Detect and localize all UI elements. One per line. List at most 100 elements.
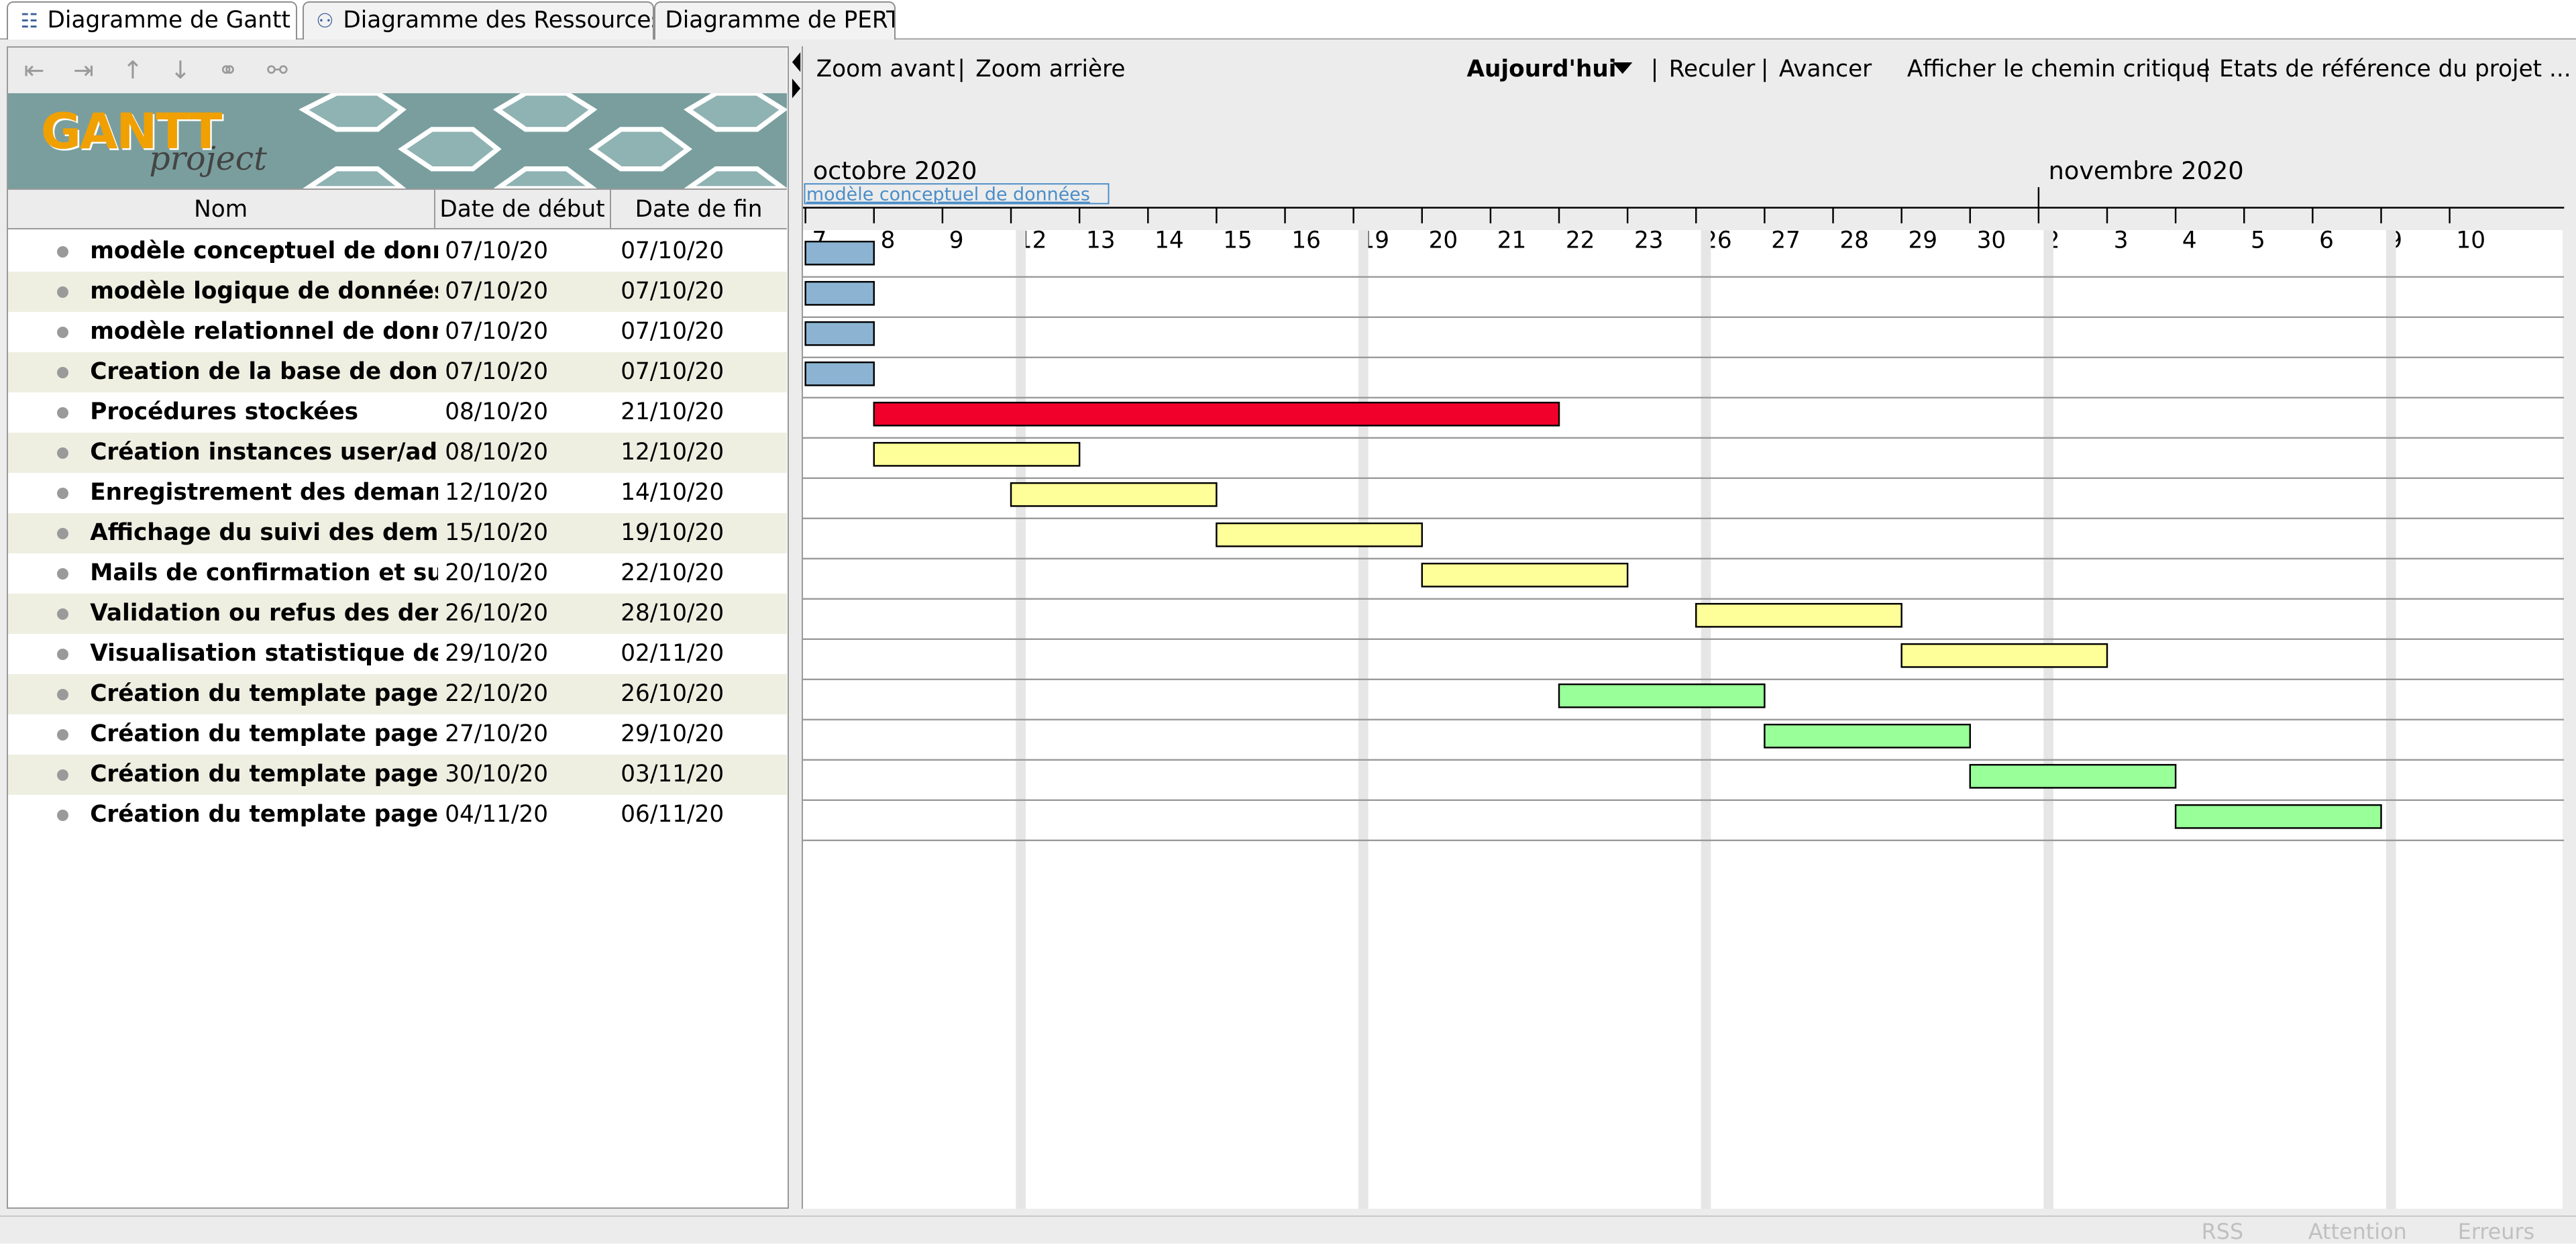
chevron-down-icon[interactable] (1613, 62, 1633, 76)
task-name[interactable]: Mails de confirmation et suivi ... (90, 553, 438, 593)
task-start-date[interactable]: 08/10/20 (445, 392, 609, 432)
task-bar[interactable] (804, 361, 875, 386)
table-row[interactable]: Creation de la base de données07/10/2007… (7, 351, 787, 392)
table-row[interactable]: Validation ou refus des deman...26/10/20… (7, 593, 787, 634)
task-start-date[interactable]: 04/11/20 (445, 795, 609, 834)
task-end-date[interactable]: 29/10/20 (621, 714, 785, 754)
task-name[interactable]: Création instances user/admin (90, 433, 438, 472)
task-bar[interactable] (1216, 522, 1424, 547)
table-row[interactable]: Création du template page ad...04/11/20 0… (8, 795, 787, 835)
gantt-chart-area[interactable] (803, 229, 2565, 1209)
column-header-end-date[interactable]: Date de fin (611, 190, 787, 229)
table-row[interactable]: Visualisation statistique des de...29/10… (8, 634, 787, 674)
table-row[interactable]: Procédures stockées 08/10/20 21/10/20 (8, 392, 787, 433)
zoom-out-button[interactable]: Zoom arrière (975, 46, 1125, 93)
task-bar[interactable] (1421, 562, 1629, 588)
task-name[interactable]: Enregistrement des demandes ... (90, 473, 438, 512)
table-row[interactable]: modèle relationnel de données07/10/2007/… (8, 312, 787, 352)
move-up-icon[interactable]: ↑ (116, 56, 149, 85)
task-end-date[interactable]: 14/10/20 (621, 473, 785, 512)
zoom-in-button[interactable]: Zoom avant (816, 46, 955, 93)
task-bar[interactable] (1900, 643, 2108, 668)
task-start-date[interactable]: 12/10/20 (445, 473, 609, 512)
status-rss[interactable]: RSS (2202, 1219, 2244, 1244)
critical-path-button[interactable]: Afficher le chemin critique (1907, 46, 2210, 93)
task-start-date[interactable]: 20/10/20 (445, 553, 609, 593)
task-name[interactable]: Création du template page de ... (90, 714, 438, 754)
task-name[interactable]: Création du template page d'i... (90, 674, 438, 714)
status-warnings[interactable]: Attention (2308, 1219, 2407, 1244)
table-row[interactable]: Création du template page d'i...22/10/20… (7, 673, 787, 714)
status-errors[interactable]: Erreurs (2458, 1219, 2534, 1244)
task-end-date[interactable]: 03/11/20 (621, 755, 785, 794)
task-end-date[interactable]: 26/10/20 (621, 674, 785, 714)
task-end-date[interactable]: 07/10/20 (621, 231, 785, 271)
task-bar[interactable] (873, 441, 1081, 467)
task-start-date[interactable]: 08/10/20 (445, 433, 609, 472)
table-row[interactable]: modèle conceptuel de données07/10/2007/1… (8, 231, 787, 272)
task-start-date[interactable]: 07/10/20 (445, 312, 609, 351)
task-end-date[interactable]: 28/10/20 (621, 594, 785, 633)
outdent-icon[interactable]: ⇤ (17, 56, 50, 85)
back-button[interactable]: Reculer (1669, 46, 1756, 93)
task-end-date[interactable]: 12/10/20 (621, 433, 785, 472)
task-bar[interactable] (1969, 763, 2177, 789)
table-row[interactable]: Création instances user/admin08/10/20 12/… (7, 432, 787, 473)
today-dropdown[interactable]: Aujourd'hui (1467, 46, 1617, 93)
task-end-date[interactable]: 21/10/20 (621, 392, 785, 432)
collapse-arrows-icon[interactable] (789, 49, 802, 115)
task-end-date[interactable]: 22/10/20 (621, 553, 785, 593)
task-start-date[interactable]: 27/10/20 (445, 714, 609, 754)
table-row[interactable]: Création du template page util...30/10/2… (7, 754, 787, 795)
table-row[interactable]: Enregistrement des demandes ...12/10/20 1… (8, 473, 787, 513)
tab-resources-diagram[interactable]: ⚇ Diagramme des Ressources (302, 1, 654, 40)
task-bar[interactable] (1764, 723, 1972, 749)
task-name[interactable]: Creation de la base de données (90, 352, 438, 392)
task-start-date[interactable]: 15/10/20 (445, 513, 609, 553)
task-end-date[interactable]: 07/10/20 (621, 312, 785, 351)
task-name[interactable]: modèle relationnel de données (90, 312, 438, 351)
task-end-date[interactable]: 07/10/20 (621, 272, 785, 311)
table-row[interactable]: Création du template page de ...27/10/20… (8, 714, 787, 755)
link-icon[interactable]: ⚭ (211, 56, 244, 85)
task-name[interactable]: Affichage du suivi des demand... (90, 513, 438, 553)
column-header-name[interactable]: Nom (8, 190, 435, 229)
task-start-date[interactable]: 30/10/20 (445, 755, 609, 794)
task-name[interactable]: modèle conceptuel de données (90, 231, 438, 271)
move-down-icon[interactable]: ↓ (164, 56, 197, 85)
unlink-icon[interactable]: ⚯ (261, 56, 294, 85)
task-name[interactable]: Procédures stockées (90, 392, 438, 432)
column-header-start-date[interactable]: Date de début (435, 190, 611, 229)
task-start-date[interactable]: 07/10/20 (445, 272, 609, 311)
task-start-date[interactable]: 07/10/20 (445, 231, 609, 271)
task-bar[interactable] (1695, 602, 1902, 628)
indent-icon[interactable]: ⇥ (67, 56, 100, 85)
table-row[interactable]: Affichage du suivi des demand...15/10/20… (7, 512, 787, 553)
task-end-date[interactable]: 06/11/20 (621, 795, 785, 834)
task-name[interactable]: Création du template page ad... (90, 795, 438, 834)
task-bar[interactable] (804, 240, 875, 266)
task-bar[interactable] (2175, 804, 2382, 829)
splitter[interactable] (788, 46, 802, 1209)
task-bar[interactable] (804, 321, 875, 346)
task-bar[interactable] (1558, 683, 1766, 708)
task-start-date[interactable]: 07/10/20 (445, 352, 609, 392)
forward-button[interactable]: Avancer (1779, 46, 1872, 93)
tab-gantt-diagram[interactable]: ☷ Diagramme de Gantt (6, 1, 298, 42)
task-name[interactable]: Création du template page util... (90, 755, 438, 794)
baselines-button[interactable]: Etats de référence du projet ... (2219, 46, 2571, 93)
task-end-date[interactable]: 02/11/20 (621, 634, 785, 673)
task-bar[interactable] (804, 280, 875, 306)
task-name[interactable]: Validation ou refus des deman... (90, 594, 438, 633)
task-name[interactable]: Visualisation statistique des de... (90, 634, 438, 673)
task-end-date[interactable]: 07/10/20 (621, 352, 785, 392)
task-start-date[interactable]: 22/10/20 (445, 674, 609, 714)
task-bar[interactable] (1010, 482, 1218, 507)
task-name[interactable]: modèle logique de données (90, 272, 438, 311)
task-bar[interactable] (873, 401, 1560, 427)
table-row[interactable]: Mails de confirmation et suivi ...20/10/… (8, 553, 787, 594)
table-row[interactable]: modèle logique de données 07/10/20 07/10/2… (7, 271, 787, 312)
task-start-date[interactable]: 29/10/20 (445, 634, 609, 673)
task-start-date[interactable]: 26/10/20 (445, 594, 609, 633)
task-end-date[interactable]: 19/10/20 (621, 513, 785, 553)
